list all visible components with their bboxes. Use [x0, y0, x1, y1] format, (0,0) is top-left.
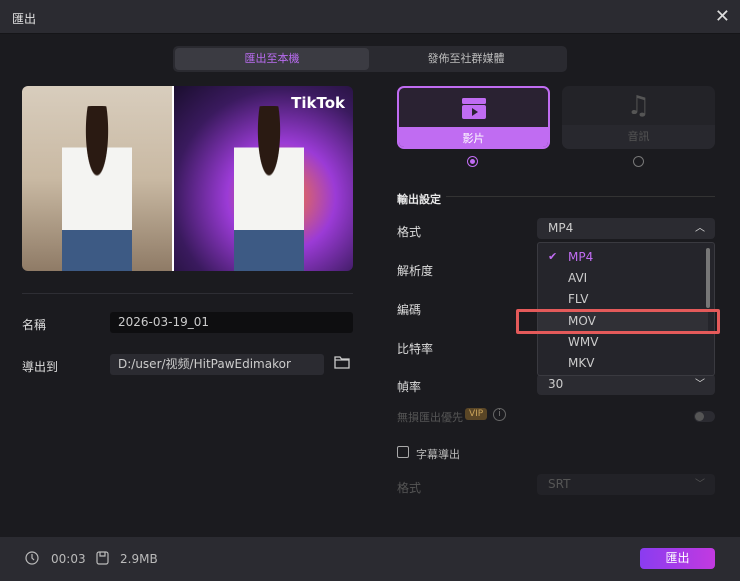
- export-button[interactable]: 匯出: [640, 548, 715, 569]
- file-size-icon: [96, 551, 109, 568]
- dropdown-scrollbar[interactable]: [706, 248, 710, 308]
- video-preview: TikTok: [22, 86, 353, 271]
- tab-export-local[interactable]: 匯出至本機: [175, 48, 369, 70]
- format-option-mp4[interactable]: MP4: [568, 250, 593, 264]
- video-radio[interactable]: [467, 156, 478, 167]
- subtitle-label: 字幕導出: [416, 448, 460, 461]
- tab-publish-social[interactable]: 發佈至社群媒體: [369, 48, 563, 70]
- export-path-input[interactable]: D:/user/视频/HitPawEdimakor: [110, 354, 324, 375]
- lossless-toggle[interactable]: [694, 411, 715, 422]
- format-select[interactable]: MP4 ︿: [537, 218, 715, 239]
- framerate-value: 30: [548, 377, 564, 391]
- resolution-label: 解析度: [397, 264, 434, 278]
- type-audio-card[interactable]: ♫ 音訊: [562, 86, 715, 149]
- file-size-text: 2.9MB: [120, 552, 158, 566]
- close-icon[interactable]: ✕: [715, 6, 730, 27]
- preview-original-image: [22, 86, 172, 271]
- divider: [22, 293, 353, 294]
- duration-text: 00:03: [51, 552, 86, 566]
- folder-icon[interactable]: [334, 355, 350, 372]
- check-icon: ✔: [548, 250, 558, 263]
- name-input[interactable]: 2026-03-19_01: [110, 312, 353, 333]
- chevron-down-icon: ﹀: [695, 479, 705, 490]
- type-video-label: 影片: [399, 127, 548, 147]
- export-to-label: 導出到: [22, 360, 59, 374]
- subtitle-format-value: SRT: [548, 477, 571, 491]
- name-label: 名稱: [22, 318, 47, 332]
- format-label: 格式: [397, 225, 422, 239]
- format-option-flv[interactable]: FLV: [568, 292, 588, 306]
- clock-icon: [25, 551, 39, 568]
- export-tabs: 匯出至本機 發佈至社群媒體: [173, 46, 567, 72]
- format-option-wmv[interactable]: WMV: [568, 335, 598, 349]
- music-note-icon: ♫: [626, 90, 651, 121]
- dialog-title: 匯出: [12, 12, 37, 26]
- chevron-up-icon: ︿: [695, 223, 705, 234]
- title-bar: [0, 0, 740, 34]
- format-value: MP4: [548, 221, 574, 235]
- framerate-label: 幀率: [397, 380, 422, 394]
- subtitle-format-label: 格式: [397, 481, 422, 495]
- preview-effect-image: TikTok: [172, 86, 353, 271]
- bitrate-label: 比特率: [397, 342, 434, 356]
- chevron-down-icon: ﹀: [695, 379, 705, 390]
- codec-label: 編碼: [397, 303, 422, 317]
- highlight-box: [516, 309, 720, 334]
- lossless-label: 無損匯出優先: [397, 411, 463, 424]
- format-option-avi[interactable]: AVI: [568, 271, 587, 285]
- output-settings-title: 輸出設定: [397, 193, 441, 206]
- format-option-mkv[interactable]: MKV: [568, 356, 594, 370]
- divider: [446, 196, 715, 197]
- audio-radio[interactable]: [633, 156, 644, 167]
- vip-badge: VIP: [465, 408, 488, 420]
- type-video-card[interactable]: 影片: [397, 86, 550, 149]
- info-icon[interactable]: i: [493, 408, 506, 421]
- tiktok-watermark: TikTok: [291, 94, 345, 112]
- video-clapper-icon: [399, 88, 548, 127]
- framerate-select[interactable]: 30 ﹀: [537, 374, 715, 395]
- footer-bar: [0, 537, 740, 581]
- type-audio-label: 音訊: [562, 125, 715, 149]
- subtitle-format-select[interactable]: SRT ﹀: [537, 474, 715, 495]
- subtitle-checkbox[interactable]: [397, 446, 409, 458]
